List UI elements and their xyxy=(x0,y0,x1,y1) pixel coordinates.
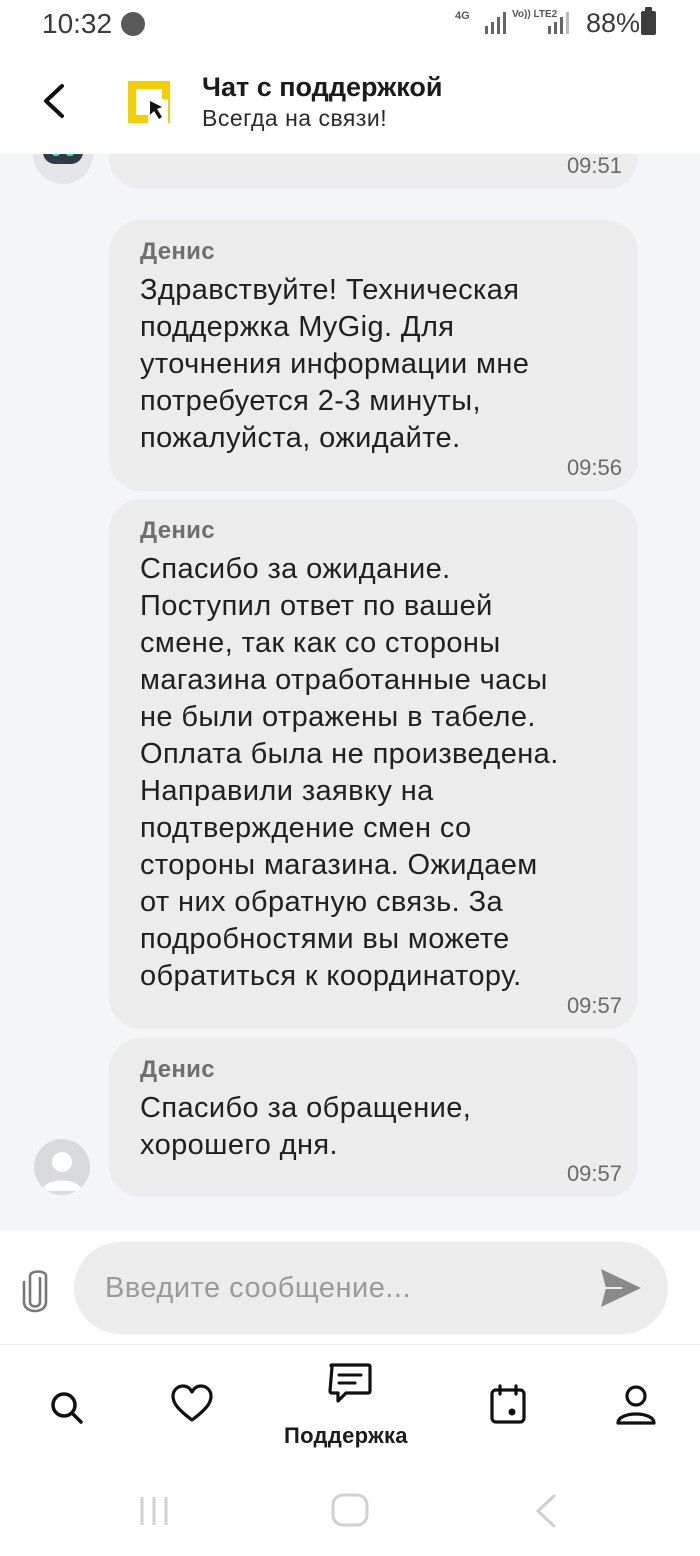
robot-face-icon xyxy=(43,154,83,164)
send-icon xyxy=(601,1269,641,1307)
message-time: 09:57 xyxy=(566,993,622,1018)
status-time: 10:32 xyxy=(42,8,113,39)
robot-eye-left xyxy=(52,154,60,156)
profile-icon xyxy=(616,1385,656,1425)
calendar-icon xyxy=(490,1384,526,1424)
message-composer xyxy=(0,1230,700,1344)
status-bar: 10:32 4G Vo)) LTE2 88% xyxy=(0,0,700,50)
message-text: Спасибо за обращение, хорошего дня. xyxy=(140,1092,472,1161)
nav-search[interactable] xyxy=(30,1345,102,1467)
message-bubble-partial: 09:51 xyxy=(109,154,638,189)
notification-dot-icon xyxy=(121,12,145,36)
robot-eye-right xyxy=(66,154,74,156)
bot-avatar xyxy=(33,154,93,184)
system-navigation xyxy=(0,1466,700,1556)
message-time: 09:56 xyxy=(566,455,622,480)
nav-profile[interactable] xyxy=(600,1345,672,1467)
message-time: 09:57 xyxy=(566,1161,622,1186)
message-sender: Денис xyxy=(140,517,215,544)
message-sender: Денис xyxy=(140,1056,215,1083)
message-text: Спасибо за ожидание. Поступил ответ по в… xyxy=(140,553,559,992)
home-icon[interactable] xyxy=(330,1492,370,1528)
nav-support-label: Поддержка xyxy=(284,1423,408,1448)
message-bubble: Денис Здравствуйте! Техническая поддержк… xyxy=(109,220,638,491)
chevron-left-icon xyxy=(44,84,64,118)
signal-icon xyxy=(485,12,506,34)
message-bubble: Денис Спасибо за обращение, хорошего дня… xyxy=(109,1038,638,1197)
chat-messages[interactable]: 09:51 Денис Здравствуйте! Техническая по… xyxy=(0,154,700,1230)
nav-favorites[interactable] xyxy=(156,1345,228,1467)
message-time: 09:51 xyxy=(566,154,622,178)
chat-header: Чат с поддержкой Всегда на связи! xyxy=(0,50,700,154)
mygig-logo xyxy=(128,81,170,123)
page-title: Чат с поддержкой xyxy=(202,72,443,102)
attach-button[interactable] xyxy=(18,1268,52,1314)
person-placeholder-icon xyxy=(42,1152,82,1191)
network-type: 4G xyxy=(455,10,470,22)
message-input[interactable] xyxy=(74,1242,668,1334)
operator-avatar xyxy=(34,1139,90,1195)
message-bubble: Денис Спасибо за ожидание. Поступил отве… xyxy=(109,499,638,1029)
signal-icon-2 xyxy=(548,12,569,34)
battery-level: 88% xyxy=(586,8,641,38)
message-text: Здравствуйте! Техническая поддержка MyGi… xyxy=(140,274,530,454)
battery-icon xyxy=(641,7,656,35)
back-nav-icon[interactable] xyxy=(530,1493,560,1529)
recent-apps-icon[interactable] xyxy=(136,1494,172,1528)
chat-support-icon xyxy=(328,1363,372,1403)
page-subtitle: Всегда на связи! xyxy=(202,105,388,131)
search-icon xyxy=(51,1392,83,1424)
heart-icon xyxy=(171,1384,213,1422)
bottom-navigation: Поддержка xyxy=(0,1344,700,1467)
back-button[interactable] xyxy=(34,78,78,124)
paperclip-icon xyxy=(22,1270,48,1313)
message-sender: Денис xyxy=(140,238,215,265)
send-button[interactable] xyxy=(598,1266,644,1310)
nav-schedule[interactable] xyxy=(472,1345,544,1467)
